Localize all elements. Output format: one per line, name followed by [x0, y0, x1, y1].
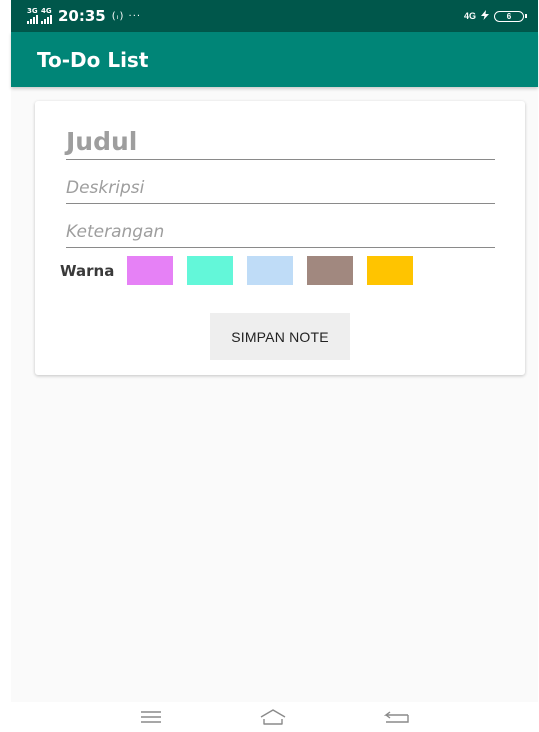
- color-swatch-amber[interactable]: [367, 256, 414, 285]
- note-form-card: Judul Deskripsi Keterangan Warna SIMPAN …: [35, 101, 525, 375]
- status-right: 4G 6: [463, 10, 527, 22]
- app-title: To-Do List: [37, 47, 149, 72]
- home-icon[interactable]: [259, 709, 287, 725]
- battery-level: 6: [506, 11, 512, 21]
- signal-4g-icon: 4G: [41, 6, 52, 24]
- navigation-bar: [11, 702, 538, 732]
- save-note-button[interactable]: SIMPAN NOTE: [210, 313, 350, 360]
- back-icon[interactable]: [383, 710, 410, 724]
- status-extras: (ᵢ) ···: [111, 10, 142, 22]
- charging-icon: [481, 10, 489, 22]
- status-left: 3G 4G 20:35 (ᵢ) ···: [27, 7, 141, 25]
- color-swatch-brown[interactable]: [307, 256, 354, 285]
- network-type: 4G: [463, 11, 476, 21]
- color-picker-row: Warna: [60, 256, 427, 285]
- description-input[interactable]: Deskripsi: [66, 178, 495, 204]
- color-swatch-pink[interactable]: [127, 256, 174, 285]
- status-bar: 3G 4G 20:35 (ᵢ) ··· 4G 6: [11, 0, 538, 32]
- signal-indicators: 3G 4G: [27, 6, 52, 24]
- battery-icon: 6: [494, 10, 527, 22]
- content-area: Judul Deskripsi Keterangan Warna SIMPAN …: [11, 87, 538, 702]
- app-bar: To-Do List: [11, 32, 538, 87]
- color-label: Warna: [60, 261, 115, 280]
- status-time: 20:35: [58, 7, 106, 25]
- menu-icon[interactable]: [140, 711, 162, 723]
- phone-screen: 3G 4G 20:35 (ᵢ) ··· 4G 6 To-Do List Judu…: [11, 0, 538, 732]
- color-swatch-aqua[interactable]: [187, 256, 234, 285]
- signal-4g-label: 4G: [41, 6, 52, 15]
- note-input[interactable]: Keterangan: [66, 222, 495, 248]
- color-swatch-light-blue[interactable]: [247, 256, 294, 285]
- signal-3g-label: 3G: [27, 6, 38, 15]
- signal-3g-icon: 3G: [27, 6, 38, 24]
- title-input[interactable]: Judul: [66, 127, 495, 160]
